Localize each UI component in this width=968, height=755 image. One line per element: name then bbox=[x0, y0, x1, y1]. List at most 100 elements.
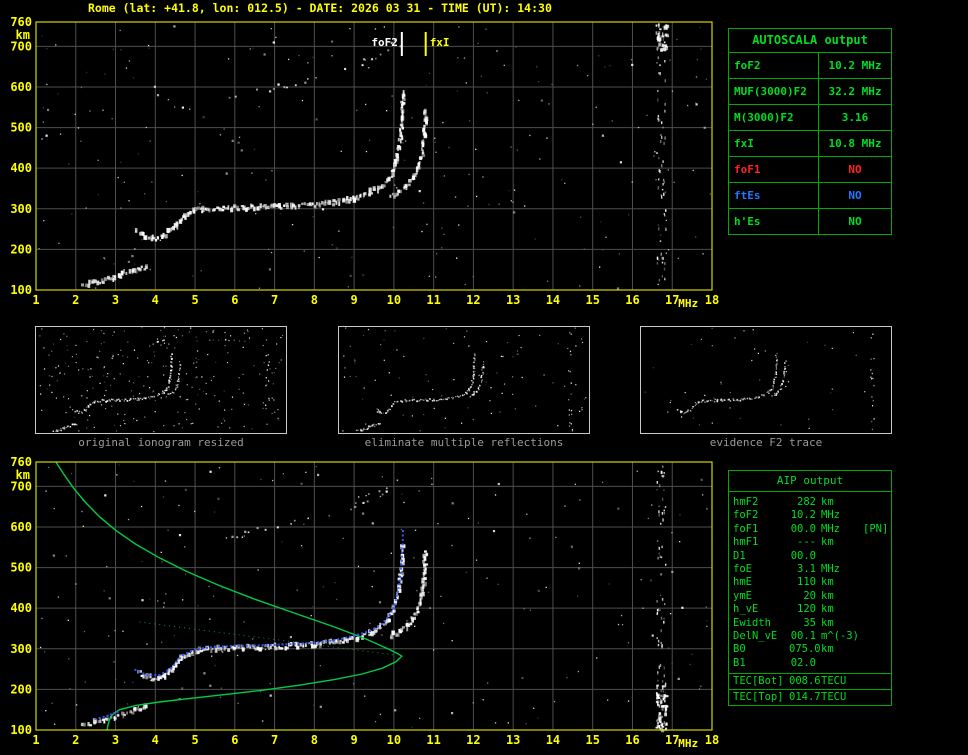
param-unit: km bbox=[821, 643, 834, 656]
param-flag bbox=[863, 536, 887, 549]
param-unit: km bbox=[821, 589, 834, 602]
param-unit bbox=[821, 550, 863, 563]
param-name: D1 bbox=[733, 549, 746, 562]
param-flag bbox=[863, 643, 887, 656]
svg-text:500: 500 bbox=[10, 121, 32, 135]
param-name: Ewidth bbox=[733, 616, 771, 629]
param-unit: TECU bbox=[821, 675, 847, 688]
svg-text:200: 200 bbox=[10, 242, 32, 256]
autoscala-panel-title: AUTOSCALA output bbox=[729, 29, 891, 53]
svg-text:18: 18 bbox=[705, 733, 719, 747]
aip-row: hmE 110 km bbox=[729, 576, 891, 589]
param-value: 10.2 bbox=[790, 509, 816, 522]
thumbnail-caption: evidence F2 trace bbox=[709, 436, 823, 449]
svg-text:km: km bbox=[16, 468, 30, 482]
aip-row: foE 3.1 MHz bbox=[729, 563, 891, 576]
svg-text:2: 2 bbox=[72, 293, 79, 307]
svg-text:600: 600 bbox=[10, 80, 32, 94]
param-unit bbox=[821, 657, 863, 670]
aip-output-panel: AIP output hmF2 282 km foF2 10.2 MHz foF1 00.… bbox=[728, 470, 892, 707]
param-unit: km bbox=[821, 496, 834, 508]
svg-text:6: 6 bbox=[231, 733, 238, 747]
param-flag bbox=[863, 496, 887, 509]
aip-row: Ewidth 35 km bbox=[729, 617, 891, 630]
tec-bottom-row: TEC[Bot] 008.6 TECU bbox=[729, 673, 891, 689]
param-unit: m^(-3) bbox=[821, 629, 859, 642]
svg-text:4: 4 bbox=[152, 293, 159, 307]
param-unit: MHz bbox=[821, 522, 840, 535]
aip-panel-title: AIP output bbox=[729, 471, 891, 492]
svg-text:100: 100 bbox=[10, 283, 32, 297]
param-name: TEC[Top] bbox=[733, 691, 784, 704]
svg-text:2: 2 bbox=[72, 733, 79, 747]
svg-text:9: 9 bbox=[351, 293, 358, 307]
aip-row: B0 075.0 km bbox=[729, 643, 891, 656]
param-value: 3.1 bbox=[797, 562, 816, 575]
param-value: 00.1 bbox=[790, 629, 816, 642]
param-value: 282 bbox=[797, 496, 816, 508]
thumbnail-original-ionogram bbox=[35, 326, 287, 434]
svg-text:6: 6 bbox=[231, 293, 238, 307]
param-label: foF1 bbox=[729, 157, 819, 182]
param-name: hmF2 bbox=[733, 496, 759, 508]
param-flag: [PN] bbox=[863, 522, 889, 535]
param-flag bbox=[863, 617, 887, 630]
param-value: 075.0 bbox=[789, 643, 821, 656]
thumbnail-multiple-reflections-removed bbox=[338, 326, 590, 434]
svg-text:8: 8 bbox=[311, 293, 318, 307]
param-name: B0 bbox=[733, 643, 746, 656]
svg-text:11: 11 bbox=[426, 293, 440, 307]
param-name: hmE bbox=[733, 576, 752, 589]
svg-text:15: 15 bbox=[585, 293, 599, 307]
param-value: NO bbox=[848, 189, 862, 202]
station-header: Rome (lat: +41.8, lon: 012.5) - DATE: 20… bbox=[88, 1, 552, 15]
svg-text:400: 400 bbox=[10, 161, 32, 175]
param-unit: km bbox=[821, 576, 834, 589]
autoscala-output-panel: AUTOSCALA output foF2 10.2 MHz MUF(3000)… bbox=[728, 28, 892, 235]
autoscala-row: h'Es NO bbox=[729, 209, 891, 234]
svg-text:4: 4 bbox=[152, 733, 159, 747]
autoscala-row: MUF(3000)F2 32.2 MHz bbox=[729, 79, 891, 105]
svg-text:3: 3 bbox=[112, 293, 119, 307]
param-value: NO bbox=[848, 163, 862, 176]
aip-row: foF2 10.2 MHz bbox=[729, 509, 891, 522]
param-label: MUF(3000)F2 bbox=[729, 79, 819, 104]
param-value: 3.16 bbox=[841, 111, 869, 124]
param-flag bbox=[863, 630, 887, 643]
param-unit: MHz bbox=[821, 562, 840, 575]
svg-text:5: 5 bbox=[191, 293, 198, 307]
param-value: 014.7 bbox=[789, 691, 821, 704]
param-name: ymE bbox=[733, 589, 752, 602]
param-name: DelN_vE bbox=[733, 629, 778, 642]
param-label: M(3000)F2 bbox=[729, 105, 819, 130]
svg-text:fxI: fxI bbox=[430, 36, 450, 49]
svg-text:600: 600 bbox=[10, 520, 32, 534]
param-flag bbox=[863, 657, 887, 670]
param-label: foF2 bbox=[729, 53, 819, 78]
svg-text:9: 9 bbox=[351, 733, 358, 747]
param-value: --- bbox=[797, 536, 816, 549]
thumbnail-caption: original ionogram resized bbox=[78, 436, 244, 449]
svg-text:MHz: MHz bbox=[678, 297, 698, 310]
param-value: 35 bbox=[803, 616, 816, 629]
aip-row: foF1 00.0 MHz [PN] bbox=[729, 523, 891, 536]
param-name: h_vE bbox=[733, 603, 759, 616]
svg-text:16: 16 bbox=[625, 293, 639, 307]
param-unit: TECU bbox=[821, 691, 847, 704]
autoscala-row: foF1 NO bbox=[729, 157, 891, 183]
aip-ionogram-plot: 1 2 3 4 5 6 7 8 9 10 11 12 13 14 15 16 17 181002003004005… bbox=[0, 452, 724, 754]
param-unit: km bbox=[821, 536, 834, 549]
svg-text:7: 7 bbox=[271, 293, 278, 307]
param-flag bbox=[863, 563, 887, 576]
param-value: 20 bbox=[803, 589, 816, 602]
svg-text:12: 12 bbox=[466, 293, 480, 307]
autoscala-row: foF2 10.2 MHz bbox=[729, 53, 891, 79]
svg-text:5: 5 bbox=[191, 733, 198, 747]
svg-text:3: 3 bbox=[112, 733, 119, 747]
thumbnail-f2-trace-evidence bbox=[640, 326, 892, 434]
svg-text:300: 300 bbox=[10, 642, 32, 656]
autoscala-row: ftEs NO bbox=[729, 183, 891, 209]
param-value: 008.6 bbox=[789, 675, 821, 688]
svg-text:500: 500 bbox=[10, 561, 32, 575]
autoscala-row: fxI 10.8 MHz bbox=[729, 131, 891, 157]
